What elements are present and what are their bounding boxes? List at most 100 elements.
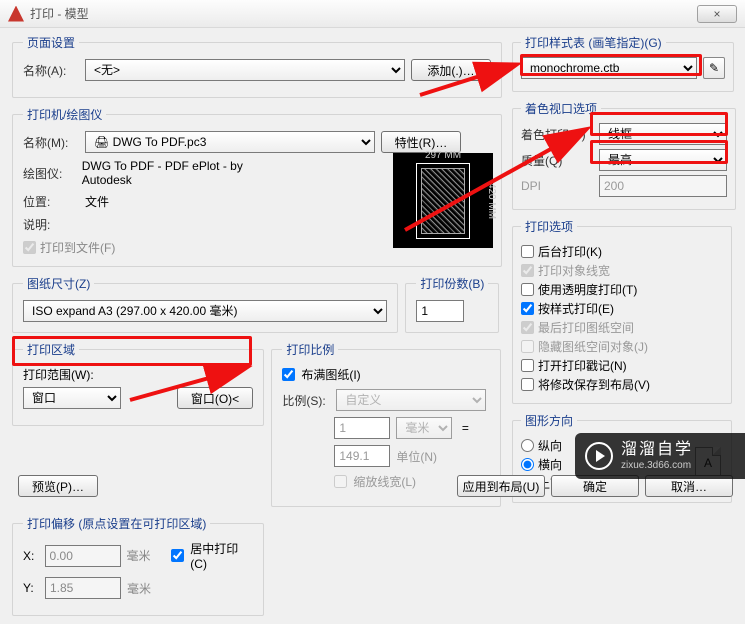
fit-check[interactable]	[282, 368, 295, 381]
option-label: 打开打印戳记(N)	[538, 357, 627, 374]
close-button[interactable]: ×	[697, 5, 737, 23]
print-to-file-check	[23, 241, 36, 254]
option-label: 将修改保存到布局(V)	[538, 376, 650, 393]
option-check[interactable]	[521, 378, 534, 391]
y-label: Y:	[23, 581, 39, 595]
printer-name-select[interactable]: 🖨 DWG To PDF.pc3	[85, 131, 375, 153]
edit-style-button[interactable]: ✎	[703, 57, 725, 79]
option-row[interactable]: 将修改保存到布局(V)	[521, 376, 723, 393]
option-label: 最后打印图纸空间	[538, 319, 634, 336]
titlebar: 打印 - 模型 ×	[0, 0, 745, 28]
option-row: 隐藏图纸空间对象(J)	[521, 338, 723, 355]
apply-button[interactable]: 应用到布局(U)	[457, 475, 545, 497]
dpi-input	[599, 175, 727, 197]
where-value: 文件	[85, 193, 109, 210]
legend-style-table: 打印样式表 (画笔指定)(G)	[521, 34, 666, 51]
option-label: 按样式打印(E)	[538, 300, 614, 317]
center-label: 居中打印(C)	[190, 540, 253, 571]
desc-label: 说明:	[23, 216, 79, 233]
scale-den-label: 单位(N)	[396, 448, 437, 465]
fieldset-page-setup: 页面设置 名称(A): <无> 添加(.)…	[12, 34, 502, 98]
style-table-select[interactable]: monochrome.ctb	[521, 57, 697, 79]
landscape-radio[interactable]	[521, 458, 534, 471]
paper-preview: 297 MM 420 MM	[393, 153, 493, 248]
equals-icon: =	[458, 421, 472, 435]
scale-den-input	[334, 445, 390, 467]
option-row[interactable]: 按样式打印(E)	[521, 300, 723, 317]
fieldset-options: 打印选项 后台打印(K) 打印对象线宽使用透明度打印(T) 按样式打印(E) 最后打印…	[512, 218, 732, 404]
plot-what-label: 打印范围(W):	[23, 366, 253, 383]
option-row[interactable]: 打开打印戳记(N)	[521, 357, 723, 374]
left-column: 页面设置 名称(A): <无> 添加(.)… 打印机/绘图仪 名称(M): 🖨 …	[12, 34, 502, 624]
copies-input[interactable]	[416, 300, 464, 322]
app-icon	[8, 6, 24, 22]
fieldset-printer: 打印机/绘图仪 名称(M): 🖨 DWG To PDF.pc3 特性(R)… 绘…	[12, 106, 502, 267]
option-row[interactable]: 使用透明度打印(T)	[521, 281, 723, 298]
x-label: X:	[23, 549, 39, 563]
option-check[interactable]	[521, 245, 534, 258]
printer-name-label: 名称(M):	[23, 134, 79, 151]
quality-select[interactable]: 最高	[599, 149, 727, 171]
fieldset-paper-size: 图纸尺寸(Z) ISO expand A3 (297.00 x 420.00 毫…	[12, 275, 398, 333]
option-check[interactable]	[521, 283, 534, 296]
option-check[interactable]	[521, 302, 534, 315]
window-pick-button[interactable]: 窗口(O)<	[177, 387, 253, 409]
legend-printer: 打印机/绘图仪	[23, 106, 106, 123]
preview-button[interactable]: 预览(P)…	[18, 475, 98, 497]
option-row: 最后打印图纸空间	[521, 319, 723, 336]
play-icon	[585, 442, 613, 470]
fieldset-plot-area: 打印区域 打印范围(W): 窗口 窗口(O)<	[12, 341, 264, 426]
print-to-file-label: 打印到文件(F)	[40, 239, 115, 256]
quality-label: 质量(Q)	[521, 152, 593, 169]
legend-viewport: 着色视口选项	[521, 100, 601, 117]
option-row: 打印对象线宽	[521, 262, 723, 279]
fieldset-viewport: 着色视口选项 着色打印(D) 线框 质量(Q) 最高 DPI	[512, 100, 736, 210]
scale-unit-select: 毫米	[396, 417, 452, 439]
x-unit: 毫米	[127, 547, 166, 564]
page-name-select[interactable]: <无>	[85, 59, 405, 81]
paper-size-select[interactable]: ISO expand A3 (297.00 x 420.00 毫米)	[23, 300, 387, 322]
plot-what-select[interactable]: 窗口	[23, 387, 121, 409]
option-check	[521, 321, 534, 334]
legend-page-setup: 页面设置	[23, 34, 79, 51]
plotter-label: 绘图仪:	[23, 165, 76, 182]
options-list: 后台打印(K) 打印对象线宽使用透明度打印(T) 按样式打印(E) 最后打印图纸空间隐…	[521, 243, 723, 393]
option-check[interactable]	[521, 359, 534, 372]
legend-paper: 图纸尺寸(Z)	[23, 275, 94, 292]
add-page-button[interactable]: 添加(.)…	[411, 59, 491, 81]
legend-scale: 打印比例	[282, 341, 338, 358]
legend-options: 打印选项	[521, 218, 577, 235]
center-check[interactable]	[171, 549, 184, 562]
option-check	[521, 264, 534, 277]
fieldset-copies: 打印份数(B)	[405, 275, 499, 333]
x-input	[45, 545, 121, 567]
legend-copies: 打印份数(B)	[416, 275, 488, 292]
y-unit: 毫米	[127, 580, 167, 597]
dpi-label: DPI	[521, 179, 593, 193]
legend-offset: 打印偏移 (原点设置在可打印区域)	[23, 515, 210, 532]
fit-label: 布满图纸(I)	[301, 366, 360, 383]
option-label: 后台打印(K)	[538, 243, 602, 260]
option-check	[521, 340, 534, 353]
option-label: 使用透明度打印(T)	[538, 281, 637, 298]
option-label: 隐藏图纸空间对象(J)	[538, 338, 648, 355]
legend-area: 打印区域	[23, 341, 79, 358]
shade-select[interactable]: 线框	[599, 123, 727, 145]
y-input	[45, 577, 121, 599]
legend-orient: 图形方向	[521, 412, 577, 429]
shade-label: 着色打印(D)	[521, 126, 593, 143]
portrait-label: 纵向	[538, 437, 562, 454]
option-row[interactable]: 后台打印(K)	[521, 243, 723, 260]
option-label: 打印对象线宽	[538, 262, 610, 279]
where-label: 位置:	[23, 193, 79, 210]
close-icon: ×	[713, 7, 720, 21]
portrait-radio[interactable]	[521, 439, 534, 452]
landscape-label: 横向	[538, 456, 562, 473]
watermark: 溜溜自学 zixue.3d66.com	[575, 433, 745, 479]
scale-select: 自定义	[336, 389, 486, 411]
fieldset-style-table: 打印样式表 (画笔指定)(G) monochrome.ctb ✎	[512, 34, 734, 92]
fit-to-paper-row[interactable]: 布满图纸(I)	[282, 366, 490, 383]
preview-height: 420 MM	[486, 182, 497, 218]
pencil-icon: ✎	[709, 61, 719, 75]
plotter-value: DWG To PDF - PDF ePlot - by Autodesk	[82, 159, 283, 187]
